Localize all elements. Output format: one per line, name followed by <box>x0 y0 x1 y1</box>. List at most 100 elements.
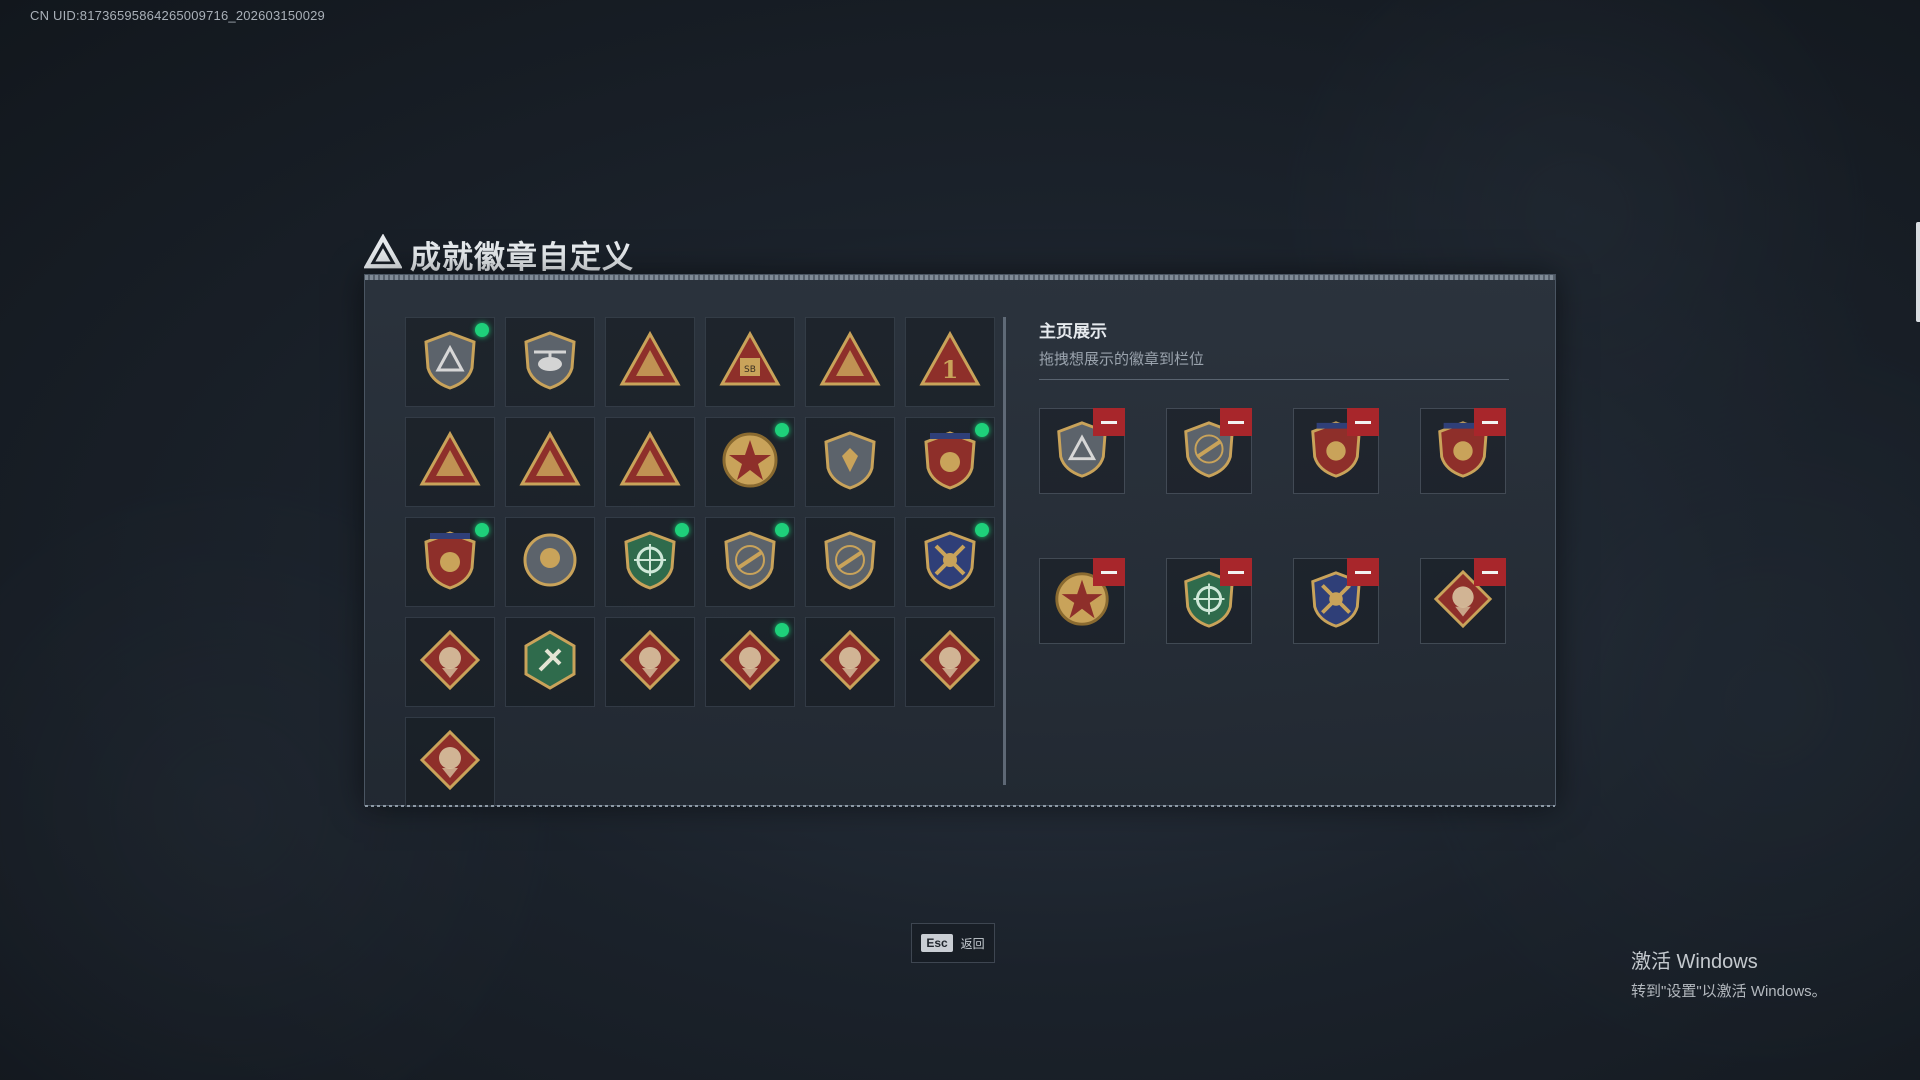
minus-icon <box>1355 420 1371 424</box>
badge-slot[interactable] <box>905 417 995 507</box>
rocket-triangle-badge-icon <box>618 428 682 497</box>
page-title: 成就徽章自定义 <box>410 240 634 275</box>
side-edge-tab[interactable] <box>1916 222 1920 322</box>
homepage-display-header: 主页展示 拖拽想展示的徽章到栏位 <box>1039 317 1509 380</box>
equipped-indicator <box>975 423 989 437</box>
user-uid: CN UID:81736595864265009716_202603150029 <box>30 8 325 23</box>
gun-shield-plain-badge-icon <box>818 528 882 597</box>
display-slot[interactable] <box>1166 558 1252 644</box>
display-slot[interactable] <box>1039 408 1125 494</box>
triangle-logo-icon <box>363 233 403 275</box>
equipped-indicator <box>475 323 489 337</box>
equipped-indicator <box>775 623 789 637</box>
equipped-indicator <box>675 523 689 537</box>
badge-slot[interactable] <box>405 417 495 507</box>
minus-icon <box>1482 570 1498 574</box>
display-title: 主页展示 <box>1039 322 1107 341</box>
svg-text:SB: SB <box>744 365 756 375</box>
activation-title: 激活 Windows <box>1631 951 1758 973</box>
badge-slot[interactable] <box>605 317 695 407</box>
shield-triangle-badge-icon <box>418 328 482 397</box>
number-one-triangle-badge-icon: 1 <box>918 328 982 397</box>
badge-slot[interactable] <box>605 417 695 507</box>
remove-badge-button[interactable] <box>1093 558 1125 586</box>
remove-badge-button[interactable] <box>1474 408 1506 436</box>
crate-triangle-badge-icon <box>418 428 482 497</box>
dragon-diamond-alt-badge-icon <box>718 628 782 697</box>
panel-divider <box>1003 317 1006 785</box>
equipped-indicator <box>775 423 789 437</box>
dragon-diamond-badge-icon <box>618 628 682 697</box>
remove-badge-button[interactable] <box>1347 558 1379 586</box>
badge-slot[interactable] <box>805 617 895 707</box>
remove-badge-button[interactable] <box>1474 558 1506 586</box>
badge-slot[interactable] <box>405 317 495 407</box>
remove-badge-button[interactable] <box>1220 408 1252 436</box>
crossed-weapons-gold-badge-icon <box>918 528 982 597</box>
badge-slot[interactable]: 1 <box>905 317 995 407</box>
badge-slot[interactable] <box>805 417 895 507</box>
badge-slot[interactable] <box>405 517 495 607</box>
display-subtitle: 拖拽想展示的徽章到栏位 <box>1039 351 1205 368</box>
minus-icon <box>1228 420 1244 424</box>
display-slot[interactable] <box>1039 558 1125 644</box>
badge-slot[interactable] <box>805 517 895 607</box>
horse-diamond-badge-icon <box>918 628 982 697</box>
panel-bottom-border <box>365 805 1555 807</box>
sb-triangle-badge-icon: SB <box>718 328 782 397</box>
remove-badge-button[interactable] <box>1220 558 1252 586</box>
badge-slot[interactable] <box>705 617 795 707</box>
badge-slot[interactable] <box>405 717 495 807</box>
badge-collection-grid: SB 1 <box>405 317 1005 807</box>
runner-diamond-badge-icon <box>818 628 882 697</box>
display-slot[interactable] <box>1420 558 1506 644</box>
plain-shield-badge-icon <box>818 428 882 497</box>
starred-crest-gold-badge-icon <box>418 528 482 597</box>
tower-triangle-badge-icon <box>618 328 682 397</box>
minus-icon <box>1482 420 1498 424</box>
equipped-indicator <box>775 523 789 537</box>
remove-badge-button[interactable] <box>1347 408 1379 436</box>
green-hex-badge-icon <box>518 628 582 697</box>
display-slot[interactable] <box>1420 408 1506 494</box>
display-slot[interactable] <box>1166 408 1252 494</box>
badge-slot[interactable] <box>905 517 995 607</box>
display-slot[interactable] <box>1293 558 1379 644</box>
tool-diamond-badge-icon <box>418 728 482 797</box>
equipped-indicator <box>475 523 489 537</box>
badge-slot[interactable] <box>505 317 595 407</box>
homepage-display-slots <box>1039 408 1506 644</box>
badge-slot[interactable] <box>805 317 895 407</box>
green-crosshair-badge-icon <box>618 528 682 597</box>
badge-slot[interactable] <box>505 517 595 607</box>
wolf-diamond-badge-icon <box>418 628 482 697</box>
star-medal-badge-icon <box>718 428 782 497</box>
starred-crest-badge-icon <box>918 428 982 497</box>
gun-shield-badge-icon <box>718 528 782 597</box>
panel-top-border <box>365 275 1555 280</box>
badge-slot[interactable]: SB <box>705 317 795 407</box>
remove-badge-button[interactable] <box>1093 408 1125 436</box>
equipped-indicator <box>975 523 989 537</box>
back-button[interactable]: Esc 返回 <box>911 923 995 963</box>
badge-slot[interactable] <box>405 617 495 707</box>
badge-customize-panel: SB 1 主页展示 拖拽想展示的徽章到栏位 <box>364 274 1556 807</box>
badge-slot[interactable] <box>505 617 595 707</box>
badge-slot[interactable] <box>605 517 695 607</box>
activation-hint: 转到"设置"以激活 Windows。 <box>1631 983 1827 1000</box>
display-slot[interactable] <box>1293 408 1379 494</box>
page-header: 成就徽章自定义 <box>363 232 634 277</box>
badge-slot[interactable] <box>705 417 795 507</box>
badge-slot[interactable] <box>505 417 595 507</box>
badge-slot[interactable] <box>905 617 995 707</box>
round-emblem-badge-icon <box>518 528 582 597</box>
badge-slot[interactable] <box>705 517 795 607</box>
soldier-triangle-badge-icon <box>518 428 582 497</box>
helicopter-badge-icon <box>518 328 582 397</box>
back-label: 返回 <box>960 936 985 951</box>
ship-triangle-badge-icon <box>818 328 882 397</box>
minus-icon <box>1101 420 1117 424</box>
badge-slot[interactable] <box>605 617 695 707</box>
esc-key-icon: Esc <box>921 934 953 952</box>
minus-icon <box>1355 570 1371 574</box>
